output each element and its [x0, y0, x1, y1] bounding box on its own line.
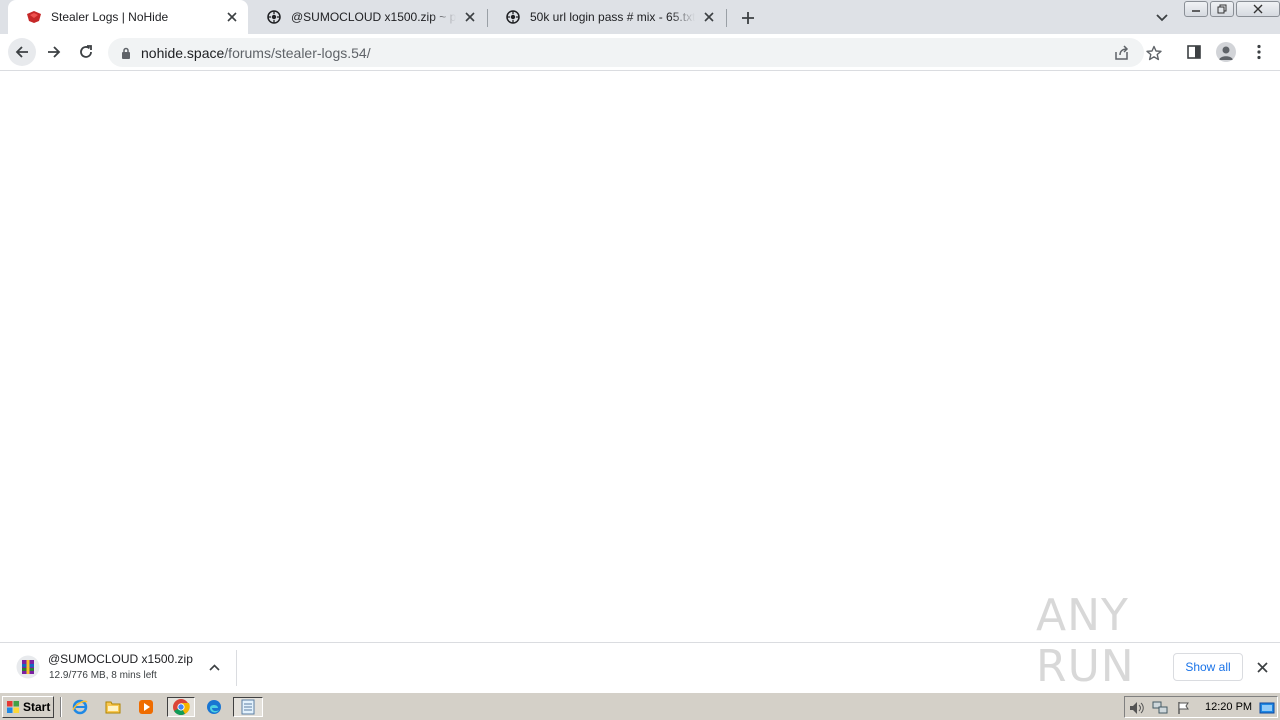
network-icon[interactable]: [1152, 700, 1168, 716]
arrow-left-icon: [15, 46, 28, 58]
address-bar[interactable]: nohide.space/forums/stealer-logs.54/: [108, 38, 1162, 67]
action-center-flag-icon[interactable]: [1176, 700, 1192, 716]
window-controls: [1182, 1, 1280, 17]
forward-button[interactable]: [40, 38, 68, 66]
system-tray: 12:20 PM: [1124, 696, 1278, 718]
tab-separator: [726, 9, 727, 27]
tab-close-icon[interactable]: [222, 7, 242, 27]
download-shelf: ANY RUN @SUMOCLOUD x1500.zip 12.9/776 MB…: [0, 590, 1280, 692]
download-item[interactable]: @SUMOCLOUD x1500.zip 12.9/776 MB, 8 mins…: [8, 643, 236, 692]
pixeldrain-icon: [505, 9, 521, 25]
show-desktop-icon[interactable]: [1259, 700, 1275, 716]
edge-icon[interactable]: [203, 697, 225, 717]
tab-search-button[interactable]: [1150, 6, 1174, 30]
taskbar-clock[interactable]: 12:20 PM: [1205, 701, 1252, 713]
tab-close-icon[interactable]: [460, 7, 480, 27]
tab-close-icon[interactable]: [699, 7, 719, 27]
shelf-divider: [236, 650, 237, 686]
start-label: Start: [23, 700, 51, 714]
internet-explorer-icon[interactable]: [69, 697, 91, 717]
nohide-logo-icon: [26, 9, 42, 25]
browser-window: Stealer Logs | NoHide @SUMOCLOUD x1500.z…: [0, 0, 1280, 720]
plus-icon: [742, 12, 754, 24]
chrome-taskbar-icon[interactable]: [167, 697, 195, 717]
share-icon[interactable]: [1113, 44, 1131, 62]
close-icon: [1253, 4, 1263, 14]
archive-file-icon: [16, 655, 40, 679]
profile-button[interactable]: [1212, 38, 1240, 66]
tab-sumocloud[interactable]: @SUMOCLOUD x1500.zip ~ pixeldrain: [248, 0, 486, 34]
tab-50k-url[interactable]: 50k url login pass # mix - 65.txt ~ pixe…: [487, 0, 725, 34]
side-panel-button[interactable]: [1180, 38, 1208, 66]
restore-icon: [1217, 4, 1227, 14]
reload-icon: [80, 45, 92, 58]
tab-title: @SUMOCLOUD x1500.zip ~ pixeldrain: [291, 10, 456, 24]
download-status: 12.9/776 MB, 8 mins left: [49, 670, 157, 681]
avatar-icon: [1216, 42, 1236, 62]
new-tab-button[interactable]: [736, 6, 760, 30]
minimize-button[interactable]: [1184, 1, 1208, 17]
chevron-down-icon: [1156, 14, 1168, 22]
url-host: nohide.space: [141, 44, 225, 61]
tab-strip: Stealer Logs | NoHide @SUMOCLOUD x1500.z…: [0, 0, 1280, 34]
restore-button[interactable]: [1210, 1, 1234, 17]
url-text: nohide.space/forums/stealer-logs.54/: [141, 45, 371, 61]
menu-button[interactable]: [1245, 38, 1273, 66]
windows-logo-icon: [7, 701, 19, 713]
close-window-button[interactable]: [1236, 1, 1280, 17]
close-icon: [1256, 661, 1268, 673]
page-content: [0, 72, 1280, 642]
tab-title: 50k url login pass # mix - 65.txt ~ pixe…: [530, 10, 695, 24]
tab-stealer-logs[interactable]: Stealer Logs | NoHide: [8, 0, 248, 34]
arrow-right-icon: [48, 46, 61, 58]
notepad-taskbar-icon[interactable]: [233, 697, 263, 717]
url-path: /forums/stealer-logs.54/: [224, 44, 371, 61]
minimize-icon: [1192, 10, 1200, 12]
volume-icon[interactable]: [1128, 700, 1144, 716]
browser-toolbar: nohide.space/forums/stealer-logs.54/: [0, 34, 1280, 71]
taskbar-separator: [60, 697, 62, 717]
close-shelf-button[interactable]: [1252, 657, 1272, 677]
download-file-name: @SUMOCLOUD x1500.zip: [48, 652, 193, 666]
file-explorer-icon[interactable]: [102, 697, 124, 717]
show-all-button[interactable]: Show all: [1173, 653, 1243, 681]
reload-button[interactable]: [72, 38, 100, 66]
side-panel-icon: [1187, 45, 1201, 59]
back-button[interactable]: [8, 38, 36, 66]
pixeldrain-icon: [266, 9, 282, 25]
start-button[interactable]: Start: [2, 696, 54, 718]
star-icon[interactable]: [1145, 44, 1163, 62]
lock-icon[interactable]: [119, 46, 133, 60]
taskbar: Start 12:20 PM: [0, 692, 1280, 720]
media-player-icon[interactable]: [135, 697, 157, 717]
tab-title: Stealer Logs | NoHide: [51, 10, 169, 24]
chevron-up-icon[interactable]: [204, 657, 224, 677]
kebab-menu-icon: [1257, 44, 1261, 60]
